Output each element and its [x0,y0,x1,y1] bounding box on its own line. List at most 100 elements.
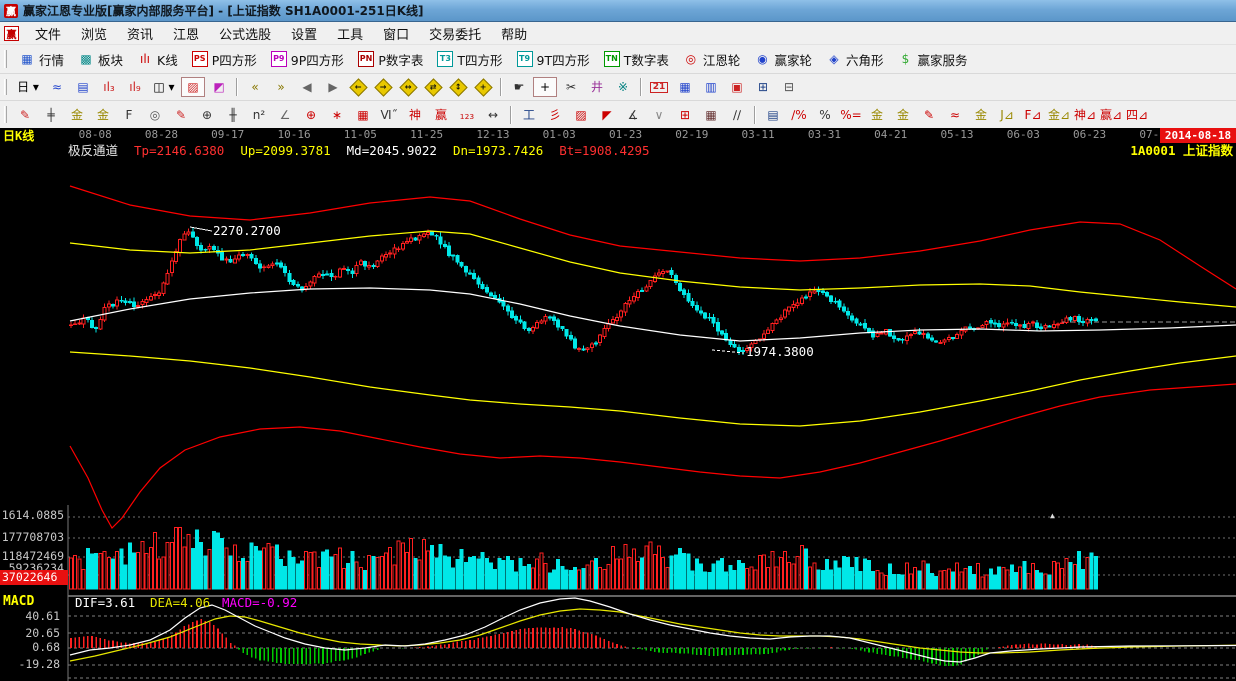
prev-page-button[interactable]: ◀ [295,77,319,97]
high-price-annotation: 2270.2700 [213,224,281,238]
next-page-button[interactable]: ▶ [321,77,345,97]
scissors-tool-button[interactable]: ✂ [559,77,583,97]
percent-table-tool[interactable]: ▤ [761,105,785,125]
gold-line-tool[interactable]: 金 [969,105,993,125]
red-box-rays-tool[interactable]: ▨ [569,105,593,125]
red-web-tool[interactable]: ▦ [351,105,375,125]
menu-trade-entrust[interactable]: 交易委托 [419,22,491,45]
candle-style-dropdown[interactable]: ◫ ▾ [149,77,179,97]
brush-k-tool[interactable]: ✎ [917,105,941,125]
tb-quotes[interactable]: ▦ 行情 [12,48,71,71]
j-angle-tool[interactable]: J⊿ [995,105,1019,125]
ying-angle-tool[interactable]: 赢⊿ [1099,105,1123,125]
navigation-toolbar: 日 ▾ ≈ ▤ ıl₃ ıl₉ ◫ ▾ [0,74,1236,101]
percent-slash-tool[interactable]: ∕% [787,105,811,125]
kline-period-label: 日K线 [3,130,34,143]
compress-horizontal-button[interactable]: ⇄ [424,78,442,96]
shen-tool[interactable]: 神 [403,105,427,125]
gold-angle-tool[interactable]: 金⊿ [1047,105,1071,125]
menu-news[interactable]: 资讯 [117,22,163,45]
shen-angle-tool[interactable]: 神⊿ [1073,105,1097,125]
ibeam-tool[interactable]: 工 [517,105,541,125]
menu-window[interactable]: 窗口 [373,22,419,45]
tb-9p-square[interactable]: P9 9P四方形 [264,48,351,71]
gold-equal-tool[interactable]: 金 [891,105,915,125]
last-page-button[interactable]: » [269,77,293,97]
si-angle-tool[interactable]: 四⊿ [1125,105,1149,125]
save-button[interactable]: ▣ [725,77,749,97]
chart-area[interactable]: 日K线 08-0808-2809-1710-1611-0511-2512-130… [0,128,1236,681]
first-page-button[interactable]: « [243,77,267,97]
mark-tool-button[interactable]: 井 [585,77,609,97]
red-circle-cross-tool[interactable]: ⊕ [299,105,323,125]
gold-circle-tool[interactable]: 金 [865,105,889,125]
gold-ruler-tool[interactable]: 金 [65,105,89,125]
compress-vertical-button[interactable]: ↕ [449,78,467,96]
dark-grid-tool[interactable]: ▦ [699,105,723,125]
spiral-tool[interactable]: ◎ [143,105,167,125]
n-square-tool[interactable]: n² [247,105,271,125]
tb-winner-wheel[interactable]: ◉ 赢家轮 [747,48,819,71]
percent-tool[interactable]: % [813,105,837,125]
expand-vertical-button[interactable]: + [474,78,492,96]
f-ruler-tool[interactable]: F [117,105,141,125]
t9-badge-icon: T9 [517,51,533,67]
red-grid-tool[interactable]: ⊞ [673,105,697,125]
red-corner-rays-tool[interactable]: ◤ [595,105,619,125]
tick-ruler2-tool[interactable]: ╫ [221,105,245,125]
tb-gann-wheel[interactable]: ◎ 江恩轮 [676,48,748,71]
menu-file[interactable]: 文件 [25,22,71,45]
expand-horizontal-button[interactable]: ↔ [399,78,417,96]
pattern-tool-button[interactable]: ※ [611,77,635,97]
menu-gann[interactable]: 江恩 [163,22,209,45]
red-rays-tool[interactable]: 彡 [543,105,567,125]
angle-lines-tool[interactable]: ∡ [621,105,645,125]
f-angle-tool[interactable]: F⊿ [1021,105,1045,125]
wave-range-tool[interactable]: ≈ [943,105,967,125]
tb-9t-square[interactable]: T9 9T四方形 [510,48,597,71]
width-arrow-tool[interactable]: ↔ [481,105,505,125]
tb-p-table[interactable]: PN P数字表 [351,48,431,71]
notes-button[interactable]: ▥ [699,77,723,97]
red-star-tool[interactable]: ∗ [325,105,349,125]
gold-ruler2-tool[interactable]: 金 [91,105,115,125]
menu-tools[interactable]: 工具 [327,22,373,45]
menu-formula-stock-picker[interactable]: 公式选股 [209,22,281,45]
vi-marker-tool[interactable]: Ⅵ˝ [377,105,401,125]
tb-t-table[interactable]: TN T数字表 [597,48,676,71]
percent-equal-tool[interactable]: %= [839,105,863,125]
printer-button[interactable]: ⊟ [777,77,801,97]
kline-3-icon[interactable]: ıl₃ [97,77,121,97]
diagonal-lines-tool[interactable]: ∕∕ [725,105,749,125]
menu-browse[interactable]: 浏览 [71,22,117,45]
tb-p-square[interactable]: PS P四方形 [185,48,264,71]
kline-9-icon[interactable]: ıl₉ [123,77,147,97]
trend-wave-icon[interactable]: ≈ [45,77,69,97]
tb-winner-service[interactable]: $ 赢家服务 [890,48,974,71]
info-panel-icon[interactable]: ▤ [71,77,95,97]
calculator-button[interactable]: ▦ [673,77,697,97]
hand-tool-button[interactable]: ☛ [507,77,531,97]
ruler-123-tool[interactable]: ₁₂₃ [455,105,479,125]
menu-settings[interactable]: 设置 [281,22,327,45]
color-volume-icon[interactable]: ◩ [207,77,231,97]
tb-t-square[interactable]: T3 T四方形 [430,48,509,71]
v-lines-tool[interactable]: ∨ [647,105,671,125]
compass-tool[interactable]: ⊕ [195,105,219,125]
menu-help[interactable]: 帮助 [491,22,537,45]
angle-ruler-tool[interactable]: ∠ [273,105,297,125]
shift-left-button[interactable]: ← [349,78,367,96]
kline-pattern-icon[interactable]: ▨ [181,77,205,97]
tb-kline[interactable]: ılı K线 [130,48,185,71]
crosshair-tool-button[interactable]: + [533,77,557,97]
tick-ruler-tool[interactable]: ╪ [39,105,63,125]
tb-sectors[interactable]: ▩ 板块 [71,48,130,71]
calendar-button[interactable]: 21 [647,77,671,97]
shift-right-button[interactable]: → [374,78,392,96]
brush-tool[interactable]: ✎ [13,105,37,125]
computer-button[interactable]: ⊞ [751,77,775,97]
period-day-dropdown[interactable]: 日 ▾ [13,77,43,97]
tb-hexagon[interactable]: ◈ 六角形 [819,48,891,71]
brush-chart-tool[interactable]: ✎ [169,105,193,125]
ying-tool[interactable]: 赢 [429,105,453,125]
